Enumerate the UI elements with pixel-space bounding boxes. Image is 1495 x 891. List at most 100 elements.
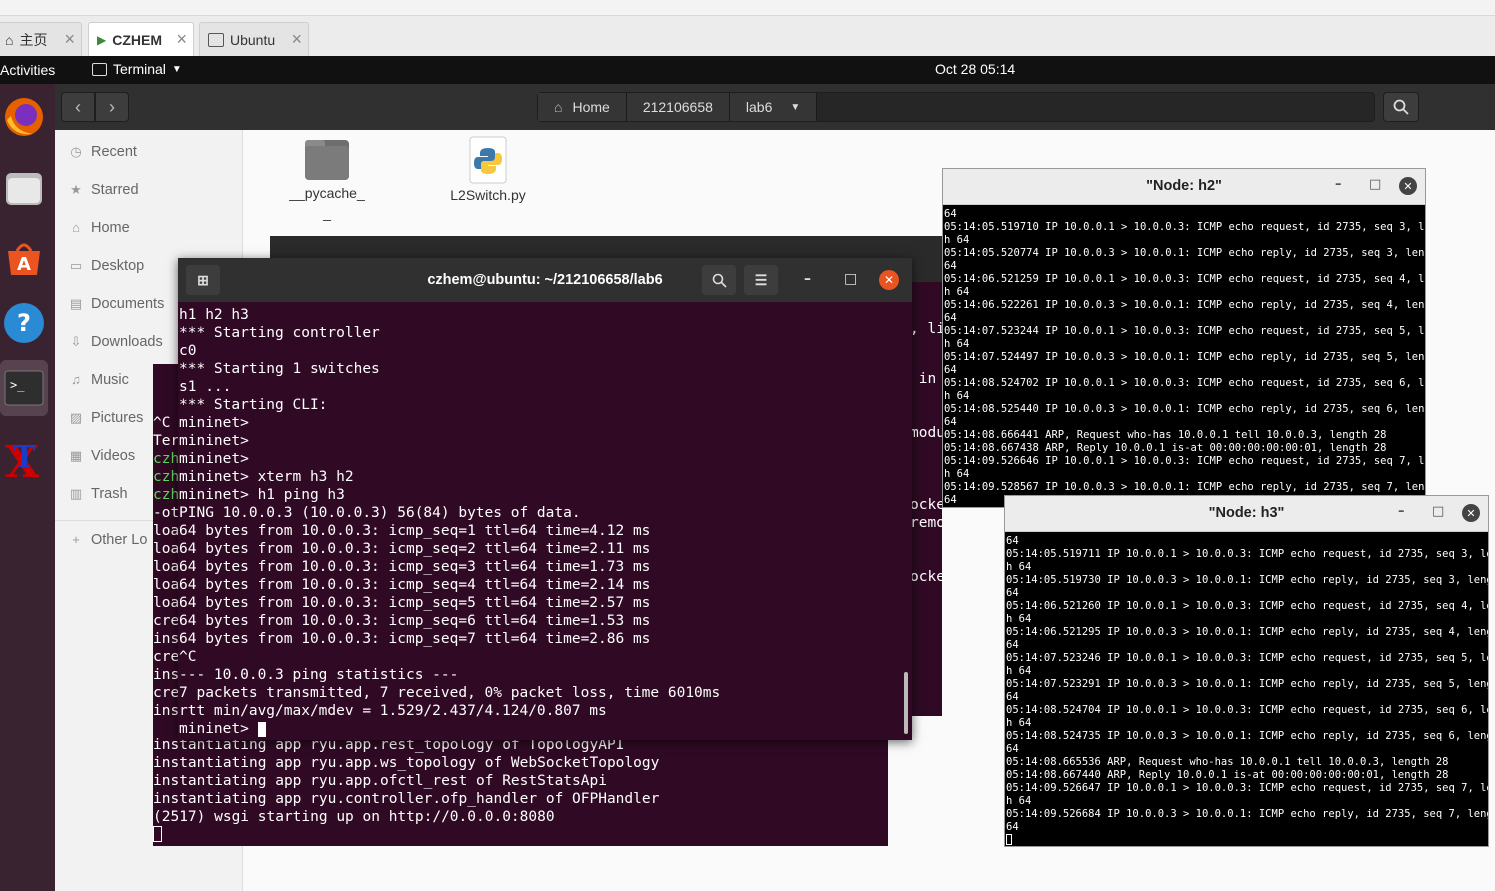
host-tab-czhem[interactable]: ▶ CZHEM × (88, 22, 194, 56)
xterm-line: 05:14:08.666441 ARP, Request who-has 10.… (944, 429, 1387, 441)
xterm-node-h3-window[interactable]: "Node: h3" – □ ✕ 64 05:14:05.519711 IP 1… (1004, 495, 1489, 847)
file-item-pycache[interactable]: __pycache_ _ (285, 136, 369, 221)
sidebar-item-label: Recent (91, 144, 137, 160)
xterm-title: "Node: h2" (1146, 178, 1222, 194)
path-crumb-home[interactable]: ⌂ Home (538, 93, 627, 121)
chevron-left-icon: ‹ (75, 96, 81, 117)
software-center-icon[interactable]: A (0, 232, 48, 282)
terminal-menu-button[interactable]: ☰ (744, 265, 778, 295)
xterm-line: 05:14:09.528567 IP 10.0.0.3 > 10.0.0.1: … (944, 481, 1426, 493)
files-icon[interactable] (0, 162, 48, 212)
terminal-line: 64 bytes from 10.0.0.3: icmp_seq=1 ttl=6… (179, 523, 651, 539)
terminal-search-button[interactable] (702, 265, 736, 295)
close-button[interactable]: ✕ (1399, 177, 1417, 195)
path-bar: ⌂ Home 212106658 lab6 ▼ (537, 92, 1375, 122)
xterm-line: 05:14:05.519711 IP 10.0.0.1 > 10.0.0.3: … (1006, 548, 1489, 560)
terminal-title: czhem@ubuntu: ~/212106658/lab6 (427, 272, 663, 288)
maximize-button[interactable]: □ (844, 270, 857, 288)
search-button[interactable] (1383, 92, 1419, 122)
terminal-line: mininet> (179, 415, 249, 431)
left-col-line: loa (153, 541, 180, 557)
xterm-output: 64 05:14:05.519710 IP 10.0.0.1 > 10.0.0.… (943, 205, 1425, 507)
chevron-down-icon: ▼ (171, 63, 182, 75)
xterm-line: 64 (944, 416, 957, 428)
main-terminal-window[interactable]: ⊞ czhem@ubuntu: ~/212106658/lab6 ☰ – □ ✕… (178, 258, 912, 740)
close-button[interactable]: ✕ (1462, 504, 1480, 522)
sidebar-item-starred[interactable]: ★ Starred (69, 182, 138, 198)
xterm-line: h 64 (944, 338, 970, 350)
desktop-icon: ▭ (69, 258, 83, 273)
sidebar-item-trash[interactable]: ▥ Trash (69, 486, 128, 502)
sidebar-item-documents[interactable]: ▤ Documents (69, 296, 165, 312)
terminal-line: c0 (179, 343, 197, 359)
terminal-line: 64 bytes from 10.0.0.3: icmp_seq=5 ttl=6… (179, 595, 651, 611)
maximize-button[interactable]: □ (1432, 505, 1444, 518)
host-tab-ubuntu[interactable]: Ubuntu × (199, 22, 309, 56)
minimize-button[interactable]: – (804, 270, 811, 288)
host-tab-label: 主页 (19, 31, 48, 48)
left-col-line: loa (153, 523, 180, 539)
host-tab-home[interactable]: ⌂ 主页 × (0, 22, 82, 56)
terminal-line: instantiating app ryu.app.ws_topology of… (153, 755, 660, 771)
activities-button[interactable]: Activities (0, 62, 55, 78)
gnome-top-bar: Activities Terminal ▼ Oct 28 05:14 (0, 56, 1495, 84)
terminal-scrollbar[interactable] (904, 672, 908, 734)
trash-icon: ▥ (69, 486, 83, 501)
sidebar-item-desktop[interactable]: ▭ Desktop (69, 258, 144, 274)
minimize-button[interactable]: – (1398, 505, 1405, 518)
path-crumb-lab6[interactable]: lab6 ▼ (729, 93, 818, 121)
terminal-line: PING 10.0.0.3 (10.0.0.3) 56(84) bytes of… (179, 505, 581, 521)
forward-button[interactable]: › (95, 92, 129, 122)
xterm-line: 64 (1006, 639, 1019, 651)
pictures-icon: ▨ (69, 410, 83, 425)
xterm-icon[interactable]: XT (0, 434, 48, 484)
terminal-line: *** Starting CLI: (179, 397, 328, 413)
left-col-line: loa (153, 595, 180, 611)
sidebar-item-label: Music (91, 372, 129, 388)
close-button[interactable]: ✕ (879, 270, 899, 290)
xterm-line: h 64 (1006, 717, 1032, 729)
terminal-output: h1 h2 h3 *** Starting controller c0 *** … (178, 302, 912, 738)
minimize-button[interactable]: – (1335, 178, 1342, 191)
terminal-line: instantiating app ryu.app.ofctl_rest of … (153, 773, 607, 789)
xterm-line: 05:14:05.520774 IP 10.0.0.3 > 10.0.0.1: … (944, 247, 1426, 259)
xterm-line: 64 (1006, 535, 1019, 547)
path-crumb-212106658[interactable]: 212106658 (626, 93, 730, 121)
xterm-line: h 64 (1006, 613, 1032, 625)
help-icon[interactable]: ? (0, 298, 48, 348)
sidebar-item-videos[interactable]: ▦ Videos (69, 448, 135, 464)
terminal-line: ocked (910, 569, 942, 585)
file-item-l2switch[interactable]: L2Switch.py (445, 136, 531, 203)
sidebar-item-music[interactable]: ♫ Music (69, 372, 129, 388)
app-menu[interactable]: Terminal ▼ (92, 61, 182, 77)
terminal-line: 64 bytes from 10.0.0.3: icmp_seq=7 ttl=6… (179, 631, 651, 647)
home-icon: ⌂ (72, 220, 80, 235)
back-button[interactable]: ‹ (61, 92, 95, 122)
terminal-line: h1 h2 h3 (179, 307, 249, 323)
svg-text:>_: >_ (10, 378, 25, 392)
xterm-line: 05:14:05.519730 IP 10.0.0.3 > 10.0.0.1: … (1006, 574, 1489, 586)
terminal-prompt-row[interactable]: mininet> (179, 720, 912, 738)
star-icon: ★ (70, 182, 82, 197)
sidebar-item-label: Desktop (91, 258, 145, 274)
xterm-node-h2-window[interactable]: "Node: h2" – □ ✕ 64 05:14:05.519710 IP 1… (942, 168, 1426, 508)
xterm-line: h 64 (1006, 665, 1032, 677)
left-col-line: cre (153, 613, 180, 629)
xterm-line: 05:14:08.667438 ARP, Reply 10.0.0.1 is-a… (944, 442, 1387, 454)
sidebar-item-recent[interactable]: ◷ Recent (69, 144, 137, 160)
close-icon[interactable]: × (64, 29, 75, 50)
firefox-icon[interactable] (0, 92, 48, 142)
clock[interactable]: Oct 28 05:14 (935, 61, 1015, 77)
terminal-line: ocke (910, 497, 942, 513)
sidebar-item-other-locations[interactable]: + Other Lo (69, 532, 147, 548)
terminal-icon[interactable]: >_ (0, 360, 48, 416)
sidebar-item-pictures[interactable]: ▨ Pictures (69, 410, 144, 426)
close-icon[interactable]: × (176, 29, 187, 50)
close-icon[interactable]: × (291, 29, 302, 50)
new-tab-button[interactable]: ⊞ (186, 265, 220, 295)
xterm-line: 05:14:08.524735 IP 10.0.0.3 > 10.0.0.1: … (1006, 730, 1489, 742)
sidebar-item-home[interactable]: ⌂ Home (69, 220, 130, 236)
maximize-button[interactable]: □ (1369, 178, 1381, 191)
terminal-line: rtt min/avg/max/mdev = 1.529/2.437/4.124… (179, 703, 607, 719)
sidebar-item-downloads[interactable]: ⇩ Downloads (69, 334, 163, 350)
